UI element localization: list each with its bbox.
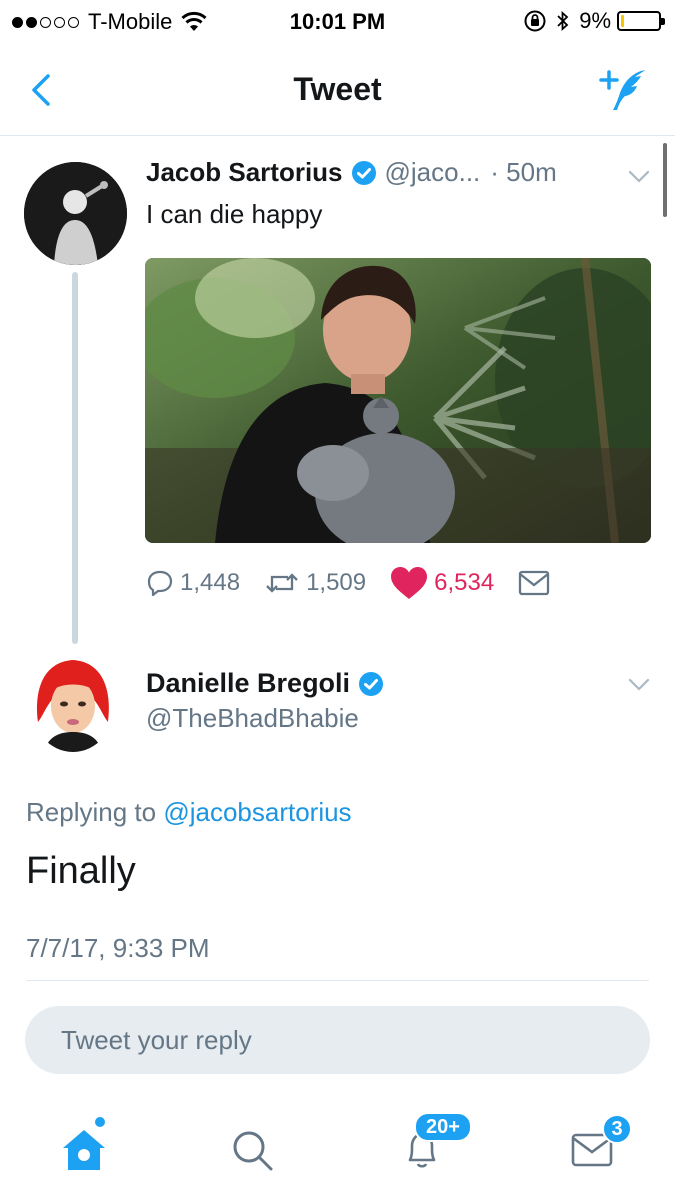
thread-line — [72, 272, 78, 644]
tweet-text: I can die happy — [146, 199, 323, 229]
status-bar: T-Mobile 10:01 PM 9% — [0, 0, 675, 44]
tab-search[interactable] — [212, 1110, 292, 1190]
battery-icon — [617, 11, 665, 31]
tweet-photo[interactable] — [145, 258, 651, 543]
reply-author-handle[interactable]: @TheBhadBhabie — [146, 703, 359, 734]
tweet-header: Jacob Sartorius @jaco... · 50m — [146, 157, 557, 188]
search-icon — [233, 1131, 273, 1171]
danielle-bregoli-avatar[interactable] — [30, 652, 116, 752]
reply-icon — [147, 570, 173, 597]
bluetooth-icon — [557, 10, 569, 32]
replying-to-mention[interactable]: @jacobsartorius — [163, 797, 351, 827]
verified-badge-icon — [359, 671, 384, 696]
retweet-icon — [266, 573, 298, 593]
battery-percent: 9% — [579, 8, 611, 33]
verified-badge-icon — [351, 160, 376, 185]
like-count: 6,534 — [434, 569, 495, 596]
page-title: Tweet — [293, 71, 382, 107]
reply-author-name-row: Danielle Bregoli — [146, 668, 392, 699]
reply-tweet-date: 7/7/17, 9:33 PM — [26, 933, 210, 963]
envelope-icon — [519, 570, 550, 596]
retweet-action[interactable]: 1,509 — [264, 569, 366, 597]
notifications-badge: 20+ — [414, 1112, 472, 1142]
replying-to-line: Replying to @jacobsartorius — [26, 797, 352, 828]
scrollbar[interactable] — [663, 143, 667, 217]
orientation-lock-icon — [524, 10, 546, 32]
author-handle[interactable]: @jaco... — [385, 157, 481, 188]
reply-count: 1,448 — [180, 569, 241, 596]
reply-author-name[interactable]: Danielle Bregoli — [146, 668, 350, 699]
retweet-count: 1,509 — [306, 569, 367, 596]
replying-to-label: Replying to — [26, 797, 157, 827]
tab-home[interactable] — [44, 1110, 124, 1190]
jacob-sartorius-avatar[interactable] — [24, 162, 127, 265]
reply-input-placeholder: Tweet your reply — [61, 1024, 252, 1055]
author-name[interactable]: Jacob Sartorius — [146, 157, 343, 188]
status-right: 9% — [523, 8, 665, 34]
reply-tweet-text: Finally — [26, 850, 136, 892]
navigation-bar: Tweet — [0, 44, 675, 136]
direct-message-action[interactable] — [518, 570, 556, 596]
reply-input[interactable]: Tweet your reply — [25, 1006, 650, 1074]
tweet-time: · 50m — [490, 157, 557, 187]
home-unread-dot — [95, 1117, 105, 1127]
divider — [26, 980, 649, 981]
compose-tweet-icon[interactable] — [599, 66, 651, 112]
heart-icon — [391, 567, 428, 599]
like-action[interactable]: 6,534 — [390, 566, 494, 600]
home-icon — [63, 1130, 105, 1170]
messages-badge: 3 — [602, 1114, 632, 1144]
tweet-actions: 1,448 1,509 6,534 — [146, 566, 580, 600]
chevron-down-icon[interactable] — [628, 170, 650, 184]
tab-bar — [0, 1100, 675, 1200]
chevron-down-icon[interactable] — [628, 678, 650, 692]
reply-action[interactable]: 1,448 — [146, 569, 240, 597]
